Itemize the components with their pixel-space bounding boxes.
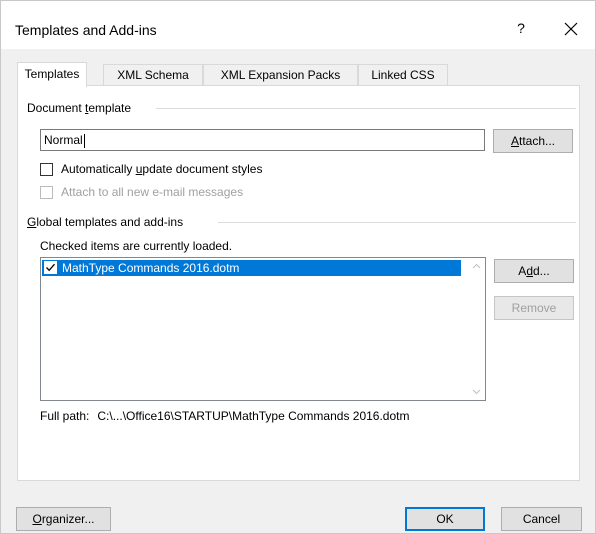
templates-panel: Document template Normal Attach... Autom… <box>17 85 580 481</box>
scroll-down-button[interactable] <box>468 383 485 400</box>
close-icon <box>564 22 578 36</box>
tab-linked-css[interactable]: Linked CSS <box>358 64 448 86</box>
attach-email-label: Attach to all new e-mail messages <box>61 185 244 199</box>
item-checkbox[interactable] <box>44 261 57 274</box>
templates-addins-dialog: Templates and Add-ins ? Templates XML Sc… <box>0 0 596 534</box>
auto-update-checkbox[interactable] <box>40 163 53 176</box>
global-templates-list[interactable]: MathType Commands 2016.dotm <box>40 257 486 401</box>
text-caret <box>83 133 85 148</box>
loaded-hint: Checked items are currently loaded. <box>40 239 233 253</box>
chevron-down-icon <box>472 389 481 395</box>
scroll-up-button[interactable] <box>468 258 485 275</box>
cancel-button[interactable]: Cancel <box>501 507 582 531</box>
full-path-label: Full path: <box>40 409 90 423</box>
tab-xml-expansion-packs[interactable]: XML Expansion Packs <box>203 64 358 86</box>
vertical-scrollbar[interactable] <box>468 258 485 400</box>
tab-templates[interactable]: Templates <box>17 62 87 87</box>
checkmark-icon <box>46 263 55 272</box>
group-divider <box>156 108 576 109</box>
add-button[interactable]: Add... <box>494 259 574 283</box>
global-templates-group-label: Global templates and add-ins <box>27 215 190 229</box>
list-item-label: MathType Commands 2016.dotm <box>62 261 240 275</box>
attach-email-checkbox[interactable] <box>40 186 53 199</box>
full-path: Full path: C:\...\Office16\STARTUP\MathTy… <box>40 409 410 423</box>
close-button[interactable] <box>549 13 593 43</box>
ok-button[interactable]: OK <box>405 507 485 531</box>
attach-button[interactable]: Attach... <box>493 129 573 153</box>
organizer-button[interactable]: Organizer... <box>16 507 111 531</box>
title-bar: Templates and Add-ins ? <box>1 1 595 49</box>
tab-xml-schema[interactable]: XML Schema <box>103 64 203 86</box>
document-template-group-label: Document template <box>27 101 138 115</box>
remove-button[interactable]: Remove <box>494 296 574 320</box>
dialog-title: Templates and Add-ins <box>15 22 157 38</box>
auto-update-label: Automatically update document styles <box>61 162 263 176</box>
document-template-input[interactable]: Normal <box>40 129 485 151</box>
group-divider <box>218 222 576 223</box>
chevron-up-icon <box>472 263 481 269</box>
list-item[interactable]: MathType Commands 2016.dotm <box>42 260 461 276</box>
full-path-value: C:\...\Office16\STARTUP\MathType Command… <box>97 409 410 423</box>
help-button[interactable]: ? <box>501 13 541 43</box>
